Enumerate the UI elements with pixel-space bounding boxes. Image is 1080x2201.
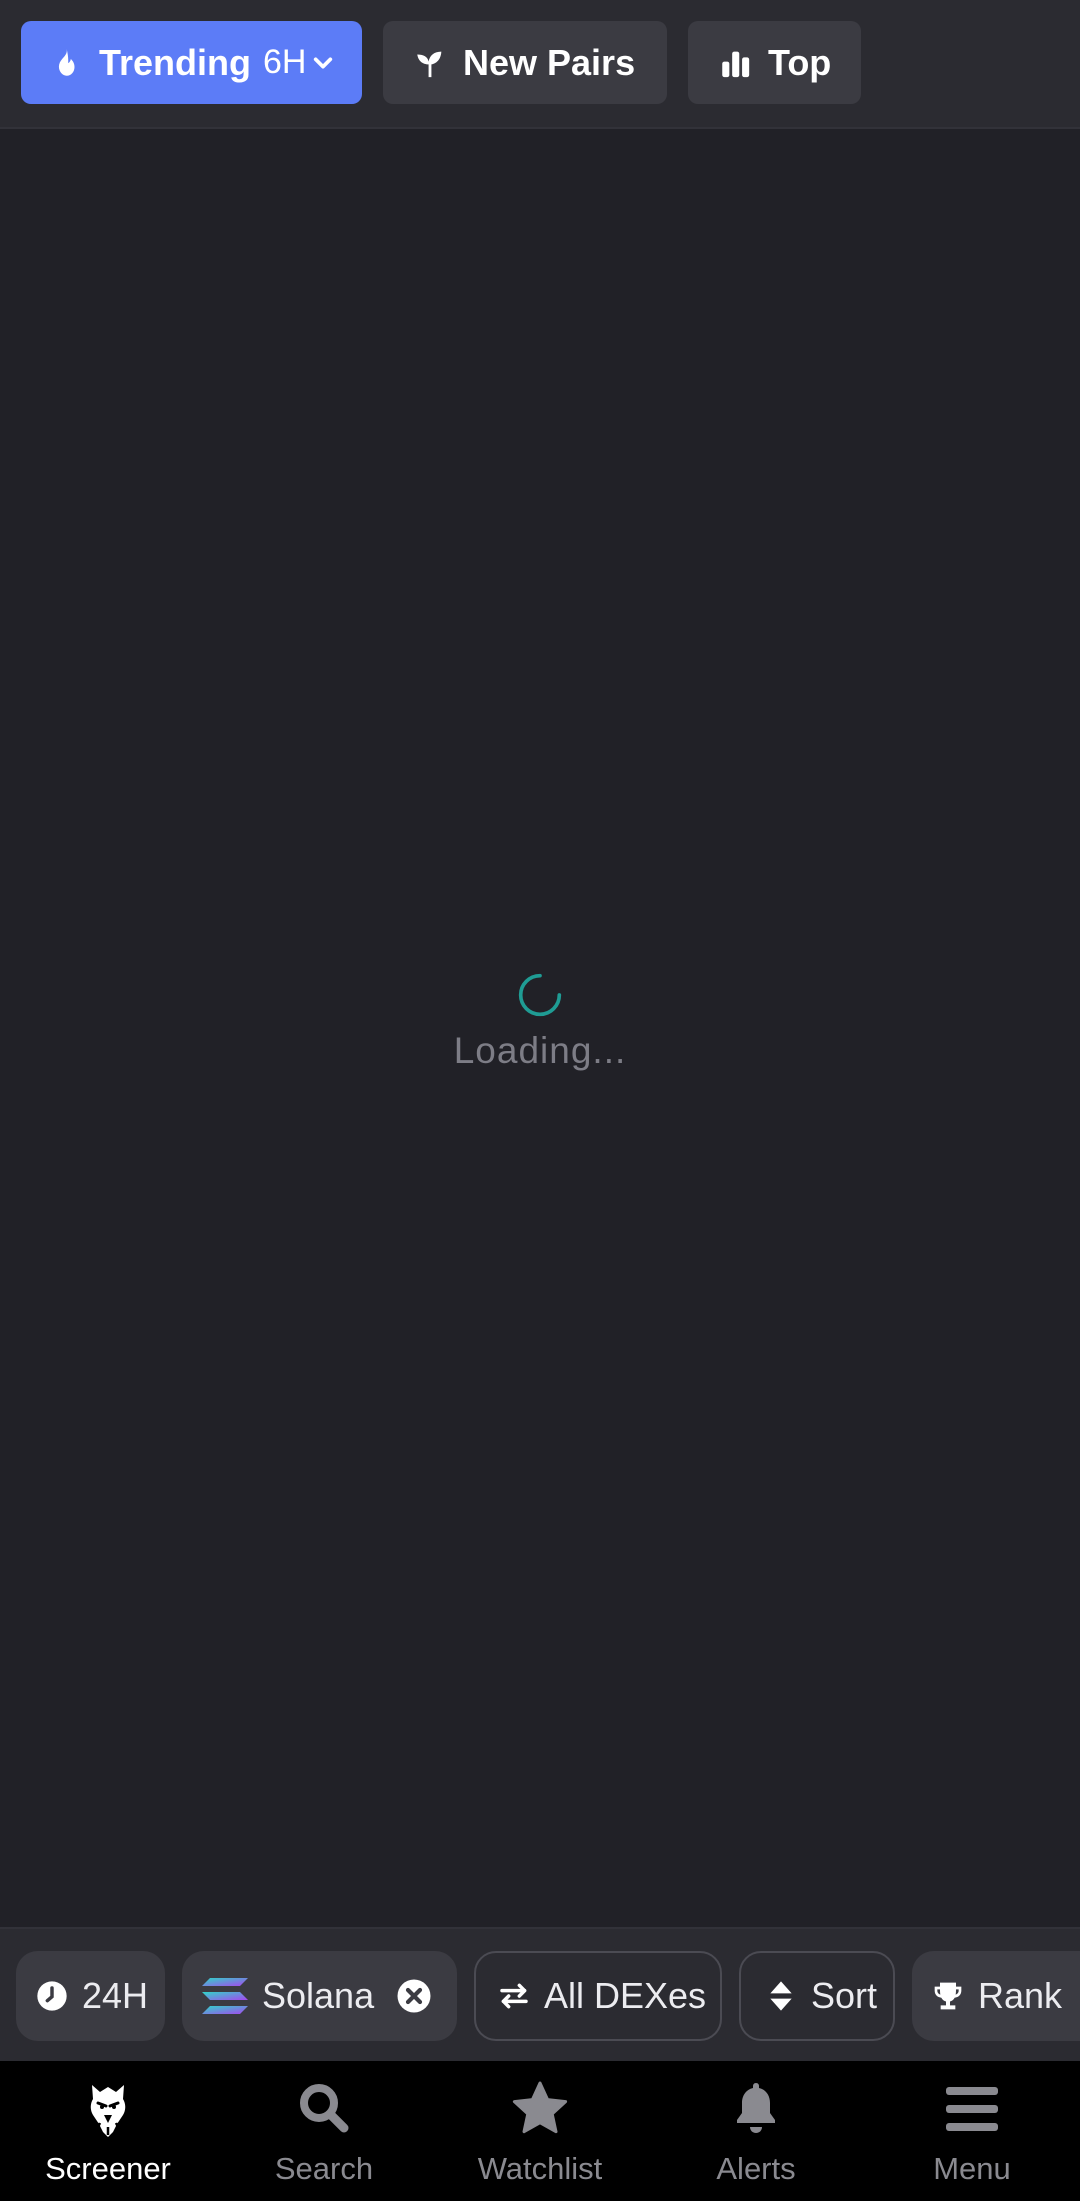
sort-button[interactable]: Sort <box>739 1951 895 2041</box>
nav-item-menu[interactable]: Menu <box>864 2061 1080 2201</box>
spinner-icon <box>518 973 562 1017</box>
rank-label: Rank <box>978 1975 1063 2016</box>
solana-logo-icon <box>202 1976 250 2016</box>
dex-filter-button[interactable]: All DEXes <box>474 1951 722 2041</box>
tab-trending-label: Trending <box>99 41 251 83</box>
timeframe-label: 24H <box>82 1975 149 2016</box>
chain-filter-button[interactable]: Solana <box>182 1951 457 2041</box>
timeframe-filter-button[interactable]: 24H <box>16 1951 165 2041</box>
chevron-down-icon[interactable] <box>312 52 334 74</box>
star-icon <box>506 2075 574 2143</box>
bar-chart-icon <box>718 46 752 80</box>
search-icon <box>290 2075 358 2143</box>
tab-top[interactable]: Top <box>688 21 861 104</box>
swap-arrows-icon <box>498 1980 530 2012</box>
tab-top-label: Top <box>768 41 832 83</box>
eagle-icon <box>74 2075 142 2143</box>
nav-item-alerts[interactable]: Alerts <box>648 2061 864 2201</box>
loading-text: Loading... <box>453 1030 627 1071</box>
sort-icon <box>765 1980 797 2012</box>
nav-label: Search <box>274 2151 374 2186</box>
trending-period[interactable]: 6H <box>263 43 306 82</box>
loading-indicator: Loading... <box>0 972 1080 1072</box>
nav-item-search[interactable]: Search <box>216 2061 432 2201</box>
menu-icon <box>938 2075 1006 2143</box>
top-tab-bar: Trending 6H New Pairs Top <box>0 0 1080 129</box>
rank-button[interactable]: Rank <box>912 1951 1080 2041</box>
trophy-icon <box>932 1980 964 2012</box>
bell-icon <box>722 2075 790 2143</box>
sprout-icon <box>413 46 447 80</box>
close-circle-icon[interactable] <box>396 1978 432 2014</box>
nav-label: Watchlist <box>477 2151 603 2186</box>
clock-icon <box>36 1980 68 2012</box>
tab-new-pairs[interactable]: New Pairs <box>383 21 667 104</box>
nav-label: Alerts <box>716 2151 796 2186</box>
filter-bar: 24H Solana All DEXes Sort Rank <box>0 1927 1080 2061</box>
chain-label: Solana <box>262 1975 375 2016</box>
tab-new-pairs-label: New Pairs <box>463 41 636 83</box>
nav-label: Menu <box>933 2151 1011 2186</box>
nav-item-screener[interactable]: Screener <box>0 2061 216 2201</box>
nav-label: Screener <box>45 2151 171 2186</box>
bottom-navigation: Screener Search Watchlist Alerts Menu <box>0 2061 1080 2201</box>
dex-label: All DEXes <box>544 1975 707 2016</box>
tab-trending[interactable]: Trending 6H <box>21 21 362 104</box>
nav-item-watchlist[interactable]: Watchlist <box>432 2061 648 2201</box>
flame-icon <box>49 46 83 80</box>
sort-label: Sort <box>811 1975 878 2016</box>
